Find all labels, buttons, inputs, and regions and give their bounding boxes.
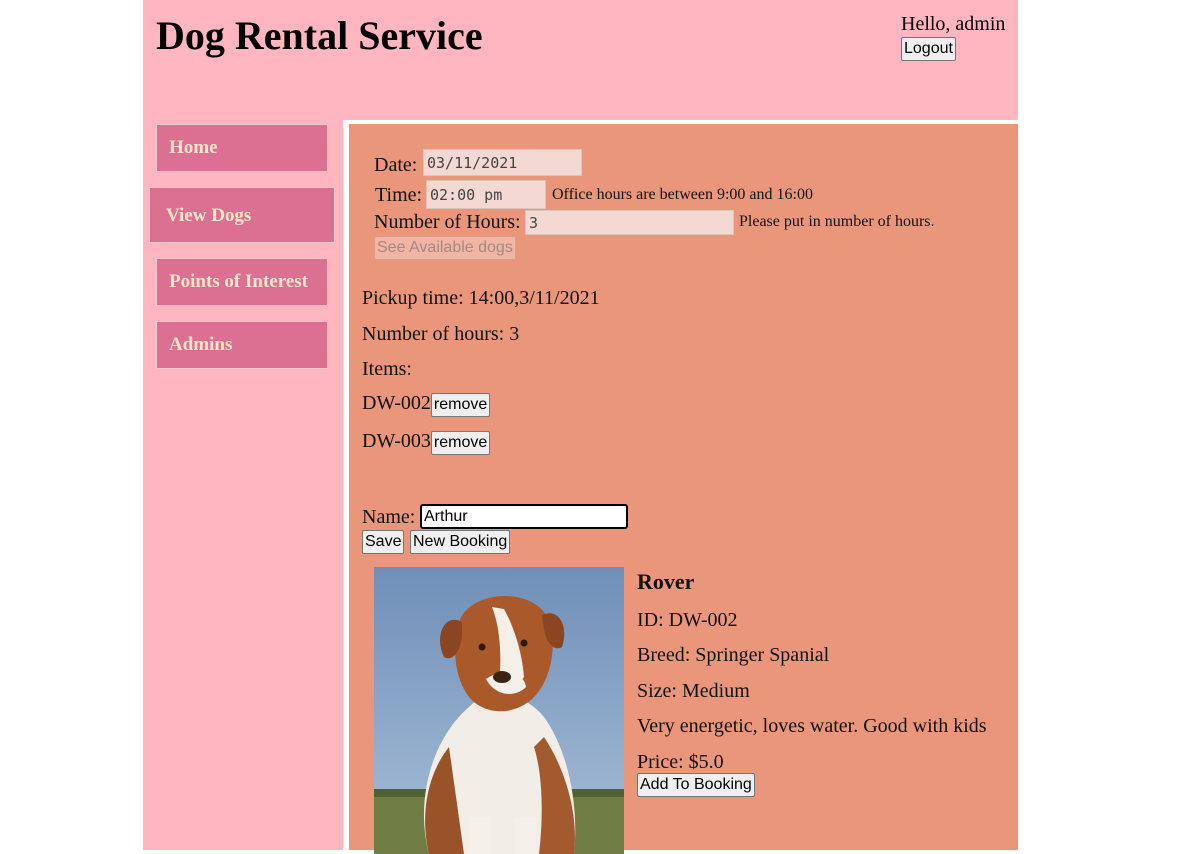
- nav-home-link[interactable]: Home: [156, 124, 328, 172]
- date-label: Date:: [374, 154, 418, 176]
- pickup-time-text: Pickup time: 14:00,3/11/2021: [362, 287, 600, 309]
- new-booking-button[interactable]: New Booking: [410, 530, 511, 554]
- nav-view-dogs-link[interactable]: View Dogs: [149, 187, 335, 243]
- user-box: Hello, admin Logout: [901, 12, 1005, 61]
- hours-input[interactable]: [525, 210, 734, 235]
- dog-price: Price: $5.0: [637, 751, 724, 773]
- add-to-booking-button[interactable]: Add To Booking: [637, 773, 755, 797]
- dog-photo: [374, 567, 624, 854]
- dog-photo-image: [374, 567, 624, 854]
- dog-id: ID: DW-002: [637, 609, 738, 631]
- name-input[interactable]: [420, 504, 628, 529]
- office-hours-hint: Office hours are between 9:00 and 16:00: [552, 186, 813, 203]
- items-label: Items:: [362, 358, 412, 380]
- dog-size: Size: Medium: [637, 680, 750, 702]
- hours-hint: Please put in number of hours.: [739, 213, 935, 230]
- time-input[interactable]: [426, 180, 546, 209]
- site-title: Dog Rental Service: [156, 13, 483, 58]
- remove-item-button[interactable]: remove: [430, 393, 491, 417]
- dog-breed: Breed: Springer Spanial: [637, 644, 830, 666]
- hours-label: Number of Hours:: [374, 211, 521, 233]
- time-label: Time:: [375, 184, 423, 206]
- nav-points-of-interest-link[interactable]: Points of Interest: [156, 258, 328, 306]
- save-button[interactable]: Save: [362, 530, 405, 554]
- date-input[interactable]: [423, 149, 582, 176]
- nav-admins-link[interactable]: Admins: [156, 321, 328, 369]
- item-id: DW-003: [362, 430, 431, 452]
- booking-item: DW-002 remove: [362, 392, 491, 417]
- dog-name: Rover: [637, 569, 695, 594]
- remove-item-button[interactable]: remove: [430, 431, 491, 455]
- number-of-hours-text: Number of hours: 3: [362, 323, 520, 345]
- item-id: DW-002: [362, 392, 431, 414]
- page: Dog Rental Service Hello, admin Logout H…: [143, 0, 1018, 854]
- logout-button[interactable]: Logout: [901, 37, 956, 61]
- main-content: Date: Time: Office hours are between 9:0…: [343, 120, 1018, 854]
- name-label: Name:: [362, 506, 416, 528]
- see-available-dogs-button[interactable]: See Available dogs: [374, 236, 516, 260]
- dog-description: Very energetic, loves water. Good with k…: [637, 715, 987, 737]
- booking-item: DW-003 remove: [362, 430, 491, 455]
- greeting-text: Hello, admin: [901, 13, 1006, 35]
